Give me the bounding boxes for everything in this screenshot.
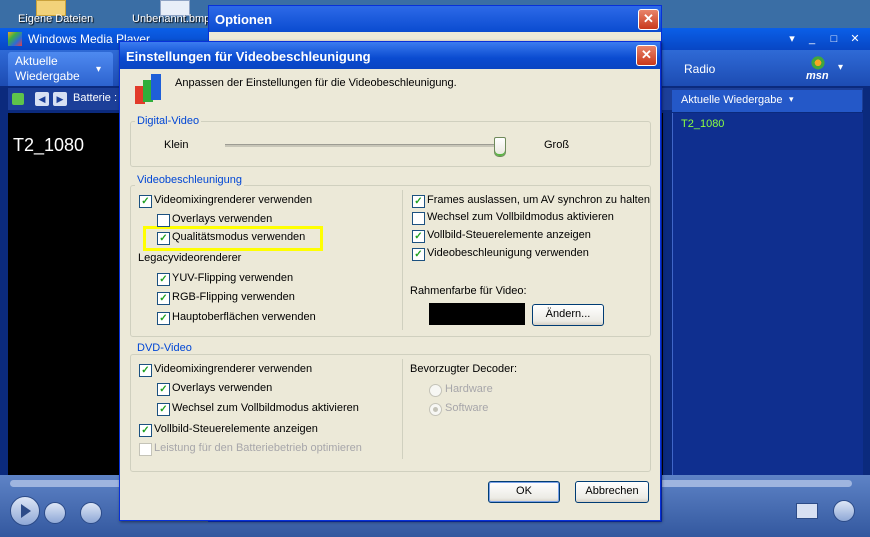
dvd-video-group-label: DVD-Video — [135, 342, 194, 354]
msn-menu-chevron-icon[interactable]: ▾ — [838, 62, 843, 73]
playlist-options-icon[interactable] — [12, 93, 24, 105]
checkbox[interactable]: ✓ — [412, 248, 425, 261]
playlist-item[interactable]: T2_1080 — [681, 118, 724, 130]
checkbox[interactable]: ✓ — [157, 403, 170, 416]
slider-max-label: Groß — [544, 139, 570, 151]
checkbox-label[interactable]: Leistung für den Batteriebetrieb optimie… — [154, 442, 362, 454]
desktop-icon-label[interactable]: Eigene Dateien — [18, 13, 93, 25]
checkbox[interactable]: ✓ — [157, 214, 170, 227]
previous-arrow-icon[interactable]: ◀ — [35, 92, 49, 106]
options-title: Optionen — [215, 12, 273, 27]
quality-mode-checkbox[interactable]: ✓ — [157, 232, 170, 245]
tab-now-playing-line2: Wiedergabe — [15, 69, 80, 83]
checkbox[interactable]: ✓ — [157, 292, 170, 305]
checkbox[interactable]: ✓ — [157, 273, 170, 286]
battery-label: Batterie : — [73, 92, 118, 104]
options-title-bar[interactable]: Optionen ✕ — [209, 6, 661, 32]
compact-mode-button[interactable] — [833, 500, 855, 522]
options-close-button[interactable]: ✕ — [638, 9, 659, 30]
video-acceleration-dialog: Einstellungen für Videobeschleunigung ✕ … — [119, 41, 661, 521]
tab-now-playing-line1: Aktuelle — [15, 54, 58, 68]
display-settings-icon — [133, 72, 163, 106]
checkbox[interactable]: ✓ — [412, 195, 425, 208]
size-slider-thumb[interactable] — [494, 137, 507, 157]
checkbox[interactable]: ✓ — [412, 212, 425, 225]
msn-butterfly-icon[interactable] — [806, 52, 830, 70]
legacy-renderer-label: Legacyvideorenderer — [138, 252, 242, 264]
close-button[interactable]: ✕ — [848, 32, 862, 46]
desktop-icon-label[interactable]: Unbenannt.bmp — [132, 13, 210, 25]
checkbox[interactable]: ✓ — [139, 424, 152, 437]
previous-button[interactable] — [80, 502, 102, 524]
radio-hardware[interactable] — [429, 384, 442, 397]
checkbox-label[interactable]: Wechsel zum Vollbildmodus aktivieren — [172, 402, 359, 414]
checkbox-label[interactable]: Hauptoberflächen verwenden — [172, 311, 316, 323]
checkbox[interactable]: ✓ — [139, 443, 152, 456]
frame-color-label: Rahmenfarbe für Video: — [410, 285, 527, 297]
radio-software[interactable] — [429, 403, 442, 416]
checkbox-label[interactable]: RGB-Flipping verwenden — [172, 291, 295, 303]
checkbox[interactable]: ✓ — [412, 230, 425, 243]
checkbox-label[interactable]: Videobeschleunigung verwenden — [427, 247, 589, 259]
checkbox-label[interactable]: Vollbild-Steuerelemente anzeigen — [427, 229, 591, 241]
menu-chevron-icon[interactable]: ▾ — [785, 32, 799, 46]
group-divider — [402, 190, 403, 330]
ok-button[interactable]: OK — [488, 481, 560, 503]
radio-tab[interactable]: Radio — [684, 62, 715, 76]
dialog-description: Anpassen der Einstellungen für die Video… — [175, 77, 457, 89]
play-button[interactable] — [10, 496, 40, 526]
stop-button[interactable] — [44, 502, 66, 524]
decoder-label: Bevorzugter Decoder: — [410, 363, 517, 375]
dialog-close-button[interactable]: ✕ — [636, 45, 657, 66]
checkbox-label[interactable]: Videomixingrenderer verwenden — [154, 194, 312, 206]
checkbox-label[interactable]: Frames auslassen, um AV synchron zu halt… — [427, 194, 650, 206]
dialog-title-bar[interactable]: Einstellungen für Videobeschleunigung ✕ — [120, 42, 660, 69]
radio-software-label[interactable]: Software — [445, 402, 488, 414]
dialog-title: Einstellungen für Videobeschleunigung — [126, 49, 371, 64]
digital-video-group-label: Digital-Video — [135, 115, 202, 127]
checkbox-label[interactable]: Vollbild-Steuerelemente anzeigen — [154, 423, 318, 435]
checkbox[interactable]: ✓ — [157, 383, 170, 396]
playlist-panel: T2_1080 — [672, 113, 863, 475]
checkbox-label[interactable]: Overlays verwenden — [172, 213, 272, 225]
playlist-header-label: Aktuelle Wiedergabe — [681, 94, 783, 106]
cancel-button[interactable]: Abbrechen — [575, 481, 649, 503]
windows-logo-icon — [8, 32, 22, 46]
fullscreen-icon[interactable] — [796, 503, 818, 519]
checkbox-label[interactable]: Videomixingrenderer verwenden — [154, 363, 312, 375]
group-divider — [402, 359, 403, 459]
frame-color-swatch — [429, 303, 525, 325]
maximize-button[interactable]: □ — [827, 32, 841, 46]
radio-hardware-label[interactable]: Hardware — [445, 383, 493, 395]
minimize-button[interactable]: _ — [805, 32, 819, 46]
playlist-header[interactable]: Aktuelle Wiedergabe ▾ — [672, 90, 862, 112]
tab-chevron-icon[interactable]: ▾ — [96, 62, 101, 77]
playlist-chevron-icon[interactable]: ▾ — [789, 94, 794, 105]
size-slider-track[interactable] — [225, 144, 503, 147]
checkbox-label[interactable]: Wechsel zum Vollbildmodus aktivieren — [427, 211, 614, 223]
change-color-button[interactable]: Ändern... — [532, 304, 604, 326]
quality-mode-label[interactable]: Qualitätsmodus verwenden — [172, 231, 305, 243]
checkbox-label[interactable]: YUV-Flipping verwenden — [172, 272, 293, 284]
next-arrow-icon[interactable]: ▶ — [53, 92, 67, 106]
video-acceleration-group-label: Videobeschleunigung — [135, 174, 244, 186]
checkbox[interactable]: ✓ — [139, 364, 152, 377]
msn-label[interactable]: msn — [806, 70, 829, 82]
checkbox-label[interactable]: Overlays verwenden — [172, 382, 272, 394]
tab-now-playing[interactable]: Aktuelle Wiedergabe ▾ — [8, 52, 113, 86]
checkbox[interactable]: ✓ — [139, 195, 152, 208]
video-title: T2_1080 — [13, 135, 85, 155]
slider-min-label: Klein — [164, 139, 189, 151]
checkbox[interactable]: ✓ — [157, 312, 170, 325]
play-icon — [21, 504, 31, 518]
